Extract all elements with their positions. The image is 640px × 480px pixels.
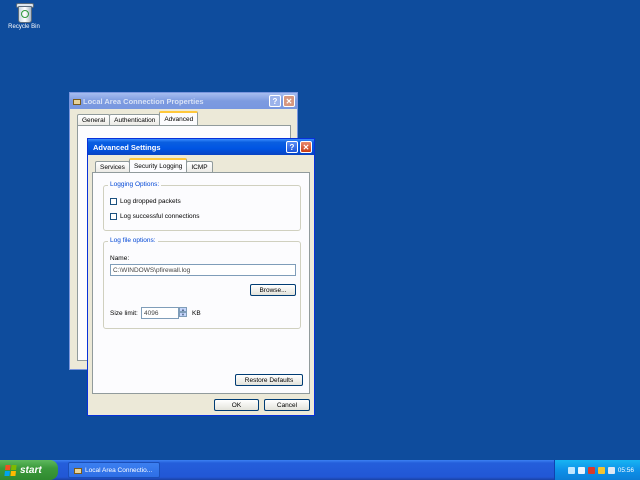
size-limit-spinner[interactable]: ▲ ▼	[179, 307, 187, 317]
browse-button[interactable]: Browse...	[250, 284, 296, 296]
help-button[interactable]: ?	[286, 141, 298, 153]
ok-button[interactable]: OK	[214, 399, 259, 411]
close-button[interactable]: ✕	[300, 141, 312, 153]
log-dropped-row[interactable]: Log dropped packets	[110, 198, 181, 205]
restore-defaults-button[interactable]: Restore Defaults	[235, 374, 303, 386]
recycle-bin-icon	[13, 2, 35, 23]
system-tray: 05:56	[554, 460, 640, 480]
lan-properties-titlebar[interactable]: Local Area Connection Properties ? ✕	[70, 93, 297, 109]
log-file-options-label: Log file options:	[108, 237, 158, 244]
name-label: Name:	[110, 255, 130, 262]
start-button[interactable]: start	[0, 460, 58, 480]
network-connection-icon	[72, 97, 81, 105]
clock: 05:56	[617, 466, 634, 474]
log-dropped-label: Log dropped packets	[120, 198, 181, 205]
lan-properties-title: Local Area Connection Properties	[83, 96, 204, 106]
log-successful-label: Log successful connections	[120, 213, 200, 220]
cancel-button[interactable]: Cancel	[264, 399, 310, 411]
size-limit-label: Size limit:	[110, 310, 138, 317]
lan-properties-tabs: General Authentication Advanced	[77, 111, 199, 125]
advanced-settings-titlebar[interactable]: Advanced Settings ? ✕	[88, 139, 314, 155]
recycle-bin-desktop-icon[interactable]: Recycle Bin	[4, 2, 44, 30]
tray-arrow-icon[interactable]	[567, 466, 575, 474]
network-tray-icon[interactable]	[577, 466, 585, 474]
tab-general[interactable]: General	[77, 114, 111, 125]
help-button[interactable]: ?	[269, 95, 281, 107]
recycle-bin-label: Recycle Bin	[8, 24, 40, 30]
log-dropped-checkbox[interactable]	[110, 198, 117, 205]
taskbar: start Local Area Connectio... 05:56	[0, 460, 640, 480]
logging-options-label: Logging Options:	[108, 181, 162, 188]
security-logging-panel: Logging Options: Log dropped packets Log…	[92, 172, 310, 394]
taskbar-item-label: Local Area Connectio...	[85, 466, 153, 474]
tab-services[interactable]: Services	[95, 161, 130, 172]
advanced-settings-tabs: Services Security Logging ICMP	[95, 158, 213, 172]
start-label: start	[20, 464, 42, 476]
size-unit-label: KB	[192, 310, 201, 317]
log-successful-checkbox[interactable]	[110, 213, 117, 220]
close-button[interactable]: ✕	[283, 95, 295, 107]
firewall-tray-icon[interactable]	[587, 466, 595, 474]
tab-security-logging[interactable]: Security Logging	[128, 158, 188, 172]
size-limit-input[interactable]: 4096	[141, 307, 179, 319]
logging-options-group: Logging Options: Log dropped packets Log…	[103, 181, 301, 231]
tab-icmp[interactable]: ICMP	[186, 161, 213, 172]
network-connection-icon	[73, 466, 82, 474]
advanced-settings-dialog[interactable]: Advanced Settings ? ✕ Services Security …	[87, 138, 315, 416]
log-file-options-group: Log file options: Name: C:\WINDOWS\pfire…	[103, 237, 301, 329]
taskbar-item-lan-properties[interactable]: Local Area Connectio...	[68, 462, 160, 478]
windows-flag-icon	[4, 464, 17, 476]
log-successful-row[interactable]: Log successful connections	[110, 213, 200, 220]
advanced-settings-title: Advanced Settings	[93, 142, 161, 152]
tab-advanced[interactable]: Advanced	[159, 111, 199, 125]
spin-down-icon[interactable]: ▼	[179, 312, 187, 317]
volume-tray-icon[interactable]	[607, 466, 615, 474]
log-file-name-input[interactable]: C:\WINDOWS\pfirewall.log	[110, 264, 296, 276]
security-tray-icon[interactable]	[597, 466, 605, 474]
tab-authentication[interactable]: Authentication	[109, 114, 161, 125]
